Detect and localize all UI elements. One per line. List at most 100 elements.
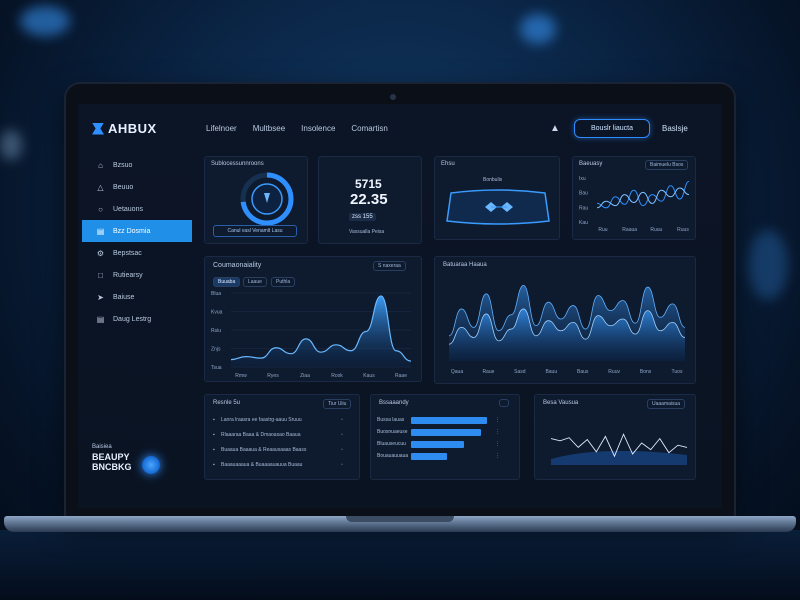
x-tick-label: Rmw: [235, 373, 247, 379]
list-item-icon: ▪: [213, 417, 215, 423]
list-item[interactable]: Lanra lraasra ee faastrg-aauu Sruuu: [221, 417, 302, 423]
dashboard-screen: AHBUX Lifelnoer Multbsee Insolence Comar…: [78, 104, 722, 508]
stats-card: 5715 22.35 zss 155 Vaxsualla Peisa: [318, 156, 422, 244]
list-item-action-icon[interactable]: ▫: [341, 462, 343, 468]
chart-tab[interactable]: Buuaba: [213, 277, 241, 287]
sidebar-item-label: Baiuse: [113, 293, 135, 301]
card-title: Besa Vausua: [543, 400, 579, 406]
promo-block: Baisiea BEAUPY BNCBKG: [92, 442, 132, 472]
list-item[interactable]: Rlaaaraa Baaa & Dmaoasao Baaua: [221, 432, 301, 438]
y-tick-label: Ixu: [579, 176, 586, 182]
sidebar-item-chart[interactable]: △ Beuuo: [82, 176, 192, 198]
row-menu-icon[interactable]: ⋮: [495, 453, 500, 459]
x-tick-label: Raue: [482, 369, 494, 375]
x-tick-label: Ruuu: [650, 227, 662, 233]
gauge-ring: [240, 172, 294, 226]
promo-line: Baisiea: [92, 444, 112, 450]
nav-item[interactable]: Lifelnoer: [206, 124, 237, 133]
primary-action-button[interactable]: Bouslr liaucta: [574, 119, 650, 138]
card-title: Ehsu: [441, 161, 455, 167]
nav-item[interactable]: Multbsee: [253, 124, 285, 133]
x-tick-label: Ruu: [598, 227, 607, 233]
line-chart-card: Besa Vausua Uaaamaisua: [534, 394, 696, 480]
list-item[interactable]: Baaauaaaua & Buaaaauauua Buaau: [221, 462, 302, 468]
promo-orb-icon[interactable]: [142, 456, 160, 474]
sidebar-item-active[interactable]: ▤ Bzz Dosmia: [82, 220, 192, 242]
x-tick-label: Raaua: [622, 227, 637, 233]
list-item-action-icon[interactable]: ▫: [341, 417, 343, 423]
bar: [411, 453, 448, 460]
chart-tab[interactable]: Puthla: [271, 277, 296, 287]
card-filter-pill[interactable]: Baimuelu Bsos: [645, 160, 689, 170]
card-menu-pill[interactable]: [499, 399, 509, 407]
nav-item[interactable]: Insolence: [301, 124, 335, 133]
x-tick-label: Sasd: [514, 369, 526, 375]
sidebar-item-send[interactable]: ➤ Baiuse: [82, 286, 192, 308]
row-menu-icon[interactable]: ⋮: [495, 429, 500, 435]
stat-value: 5715: [355, 177, 382, 191]
bell-icon[interactable]: ▲: [550, 123, 560, 134]
x-tick-label: Ryes: [267, 373, 279, 379]
x-tick-label: Raae: [395, 373, 407, 379]
x-tick-label: Bauu: [545, 369, 557, 375]
y-tick-label: Bau: [579, 191, 588, 197]
card-title: Batuaraa Haaua: [443, 262, 487, 268]
bokeh-light: [520, 14, 556, 44]
gauge-action-button[interactable]: Canul vasl Venamlt Lasu: [213, 225, 297, 237]
card-title: Resnle 5u: [213, 400, 241, 406]
home-icon: ⌂: [98, 160, 103, 170]
stat-value: 22.35: [350, 191, 388, 208]
logo-text: AHBUX: [108, 121, 157, 136]
app-logo[interactable]: AHBUX: [92, 121, 157, 136]
bar-label: Buosnuaeuse: [377, 429, 408, 435]
header-right-link[interactable]: Baslsje: [662, 124, 688, 133]
logo-icon: [92, 122, 104, 135]
y-tick-label: Kau: [579, 220, 588, 226]
area-chart-card: Coumaonaiality S naxeraa Buuaba Laaue Pu…: [204, 256, 422, 382]
bar: [411, 429, 481, 436]
bar-chart-card: Bssaaandy Bussa lauas ⋮ Buosnuaeuse ⋮ Bluaus…: [370, 394, 520, 480]
sidebar-item-users[interactable]: ○ Uetauons: [82, 198, 192, 220]
x-tick-label: Baus: [577, 369, 589, 375]
sidebar: ⌂ Bzsuo △ Beuuo ○ Uetauons ▤ Bzz Dosmia ⚙ Bep…: [82, 154, 192, 330]
bar-label: Bluauseucuu: [377, 441, 406, 447]
stat-tag: zss 155: [349, 213, 376, 221]
nav-item[interactable]: Comartisn: [351, 124, 387, 133]
card-filter-pill[interactable]: S naxeraa: [373, 261, 406, 271]
list-item-icon: ▪: [213, 432, 215, 438]
bar-label: Bussa lauas: [377, 417, 405, 423]
sidebar-item-home[interactable]: ⌂ Bzsuo: [82, 154, 192, 176]
x-tick-label: Bons: [640, 369, 652, 375]
row-menu-icon[interactable]: ⋮: [495, 441, 500, 447]
gauge-card: Sublocessunnroons Canul vasl Venamlt Las…: [204, 156, 308, 244]
grid-icon: ▤: [96, 226, 105, 236]
device-illustration: [446, 189, 550, 225]
row-menu-icon[interactable]: ⋮: [495, 417, 500, 423]
x-tick-label: Ruus: [677, 227, 689, 233]
x-tick-label: Roxk: [331, 373, 343, 379]
user-icon: ○: [98, 204, 103, 214]
chart-tab[interactable]: Laaue: [243, 277, 267, 287]
card-filter-pill[interactable]: Uaaamaisua: [647, 399, 686, 409]
sidebar-item-messages[interactable]: □ Rutiearsy: [82, 264, 192, 286]
sidebar-item-documents[interactable]: ▤ Daug Lestrg: [82, 308, 192, 330]
sidebar-item-label: Beuuo: [113, 183, 134, 191]
sidebar-item-settings[interactable]: ⚙ Bepstsac: [82, 242, 192, 264]
card-filter-pill[interactable]: Tiur Uiiu: [323, 399, 352, 409]
list-item-action-icon[interactable]: ▫: [341, 447, 343, 453]
sidebar-item-label: Daug Lestrg: [113, 315, 152, 323]
list-item-action-icon[interactable]: ▫: [341, 432, 343, 438]
growth-area-chart: Blua Kvua Rsiu Znjs Tsua Rmw Ryes Ziaa Roxk Kaus R…: [211, 291, 412, 379]
bar: [411, 417, 487, 424]
line-chart: [550, 433, 688, 465]
wave-area-chart: Qaua Raue Sasd Bauu Baus Ruuv Bons Tuos: [448, 284, 686, 375]
sidebar-item-label: Rutiearsy: [113, 271, 143, 279]
card-subtitle: Bonbulis: [483, 177, 503, 183]
sidebar-item-label: Bzz Dosmia: [113, 227, 151, 235]
stat-caption: Vaxsualla Peisa: [349, 229, 385, 235]
y-tick-label: Tsua: [211, 365, 222, 371]
list-item[interactable]: Buaaua Baaaua & Reaausaaas Baass: [221, 447, 306, 453]
bar-label: Bouauauuaua: [377, 453, 409, 459]
card-title: Baeuasy: [579, 161, 603, 167]
x-tick-label: Ziaa: [300, 373, 310, 379]
